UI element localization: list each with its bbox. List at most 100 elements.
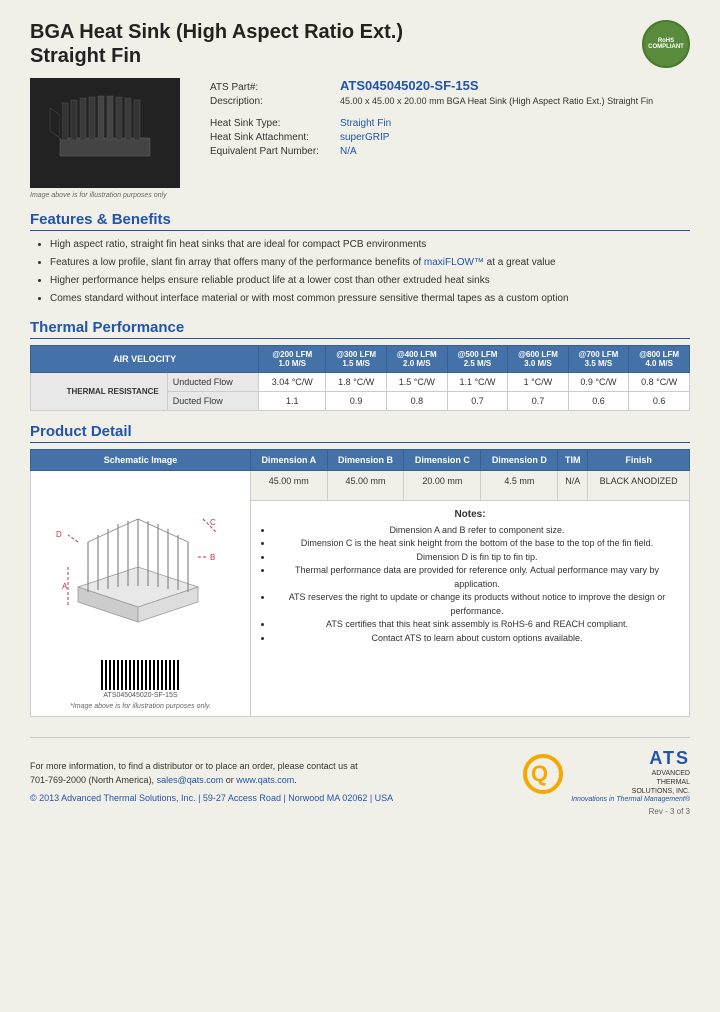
- notes-title: Notes:: [259, 509, 681, 520]
- feature-item-4: Comes standard without interface materia…: [50, 291, 690, 307]
- dim-d-value: 4.5 mm: [481, 471, 558, 501]
- ducted-label: Ducted Flow: [167, 392, 258, 411]
- ats-full-name: ADVANCEDTHERMALSOLUTIONS, INC.: [571, 769, 690, 796]
- maxiflow-link[interactable]: maxiFLOW™: [424, 257, 484, 268]
- heat-sink-type-row: Heat Sink Type: Straight Fin: [210, 118, 690, 129]
- ducted-val5: 0.7: [508, 392, 568, 411]
- finish-header: Finish: [588, 450, 690, 471]
- unducted-val4: 1.1 °C/W: [447, 373, 508, 392]
- svg-text:B: B: [210, 553, 215, 562]
- col5-header: @600 LFM3.0 M/S: [508, 346, 568, 373]
- dim-a-header: Dimension A: [251, 450, 328, 471]
- equiv-part-label: Equivalent Part Number:: [210, 146, 340, 157]
- equiv-part-value: N/A: [340, 146, 357, 157]
- note-3: Dimension D is fin tip to fin tip.: [273, 551, 681, 565]
- description-row: Description: 45.00 x 45.00 x 20.00 mm BG…: [210, 96, 690, 107]
- schematic-header: Schematic Image: [31, 450, 251, 471]
- ats-text-block: ATS ADVANCEDTHERMALSOLUTIONS, INC. Innov…: [571, 748, 690, 803]
- svg-text:D: D: [56, 530, 62, 539]
- ats-q-symbol: Q: [521, 752, 565, 799]
- note-5: ATS reserves the right to update or chan…: [273, 591, 681, 618]
- note-6: ATS certifies that this heat sink assemb…: [273, 618, 681, 632]
- feature-item-3: Higher performance helps ensure reliable…: [50, 273, 690, 289]
- dim-d-header: Dimension D: [481, 450, 558, 471]
- rohs-text: RoHSCOMPLIANT: [648, 38, 684, 50]
- feature-item-1: High aspect ratio, straight fin heat sin…: [50, 237, 690, 253]
- tim-value: N/A: [558, 471, 588, 501]
- note-7: Contact ATS to learn about custom option…: [273, 632, 681, 646]
- svg-text:C: C: [210, 518, 216, 527]
- footer-email[interactable]: sales@qats.com: [157, 775, 224, 785]
- col4-header: @500 LFM2.5 M/S: [447, 346, 508, 373]
- ats-acronym: ATS: [571, 748, 690, 769]
- ats-logo: Q ATS ADVANCEDTHERMALSOLUTIONS, INC. Inn…: [521, 748, 690, 803]
- dim-a-value: 45.00 mm: [251, 471, 328, 501]
- title-line2: Straight Fin: [30, 45, 141, 67]
- dim-b-value: 45.00 mm: [327, 471, 404, 501]
- part-number-value: ATS045045020-SF-15S: [340, 78, 479, 93]
- schematic-image-cell: A B C D ATS045045020-SF-15S *Image above…: [31, 471, 251, 717]
- equiv-part-row: Equivalent Part Number: N/A: [210, 146, 690, 157]
- thermal-resistance-label: THERMAL RESISTANCE: [31, 373, 168, 411]
- product-info-section: Image above is for illustration purposes…: [30, 78, 690, 199]
- product-image-note: Image above is for illustration purposes…: [30, 192, 190, 199]
- notes-list: Dimension A and B refer to component siz…: [273, 524, 681, 646]
- ducted-val7: 0.6: [629, 392, 690, 411]
- ats-tagline: Innovations in Thermal Management®: [571, 796, 690, 803]
- col3-header: @400 LFM2.0 M/S: [386, 346, 447, 373]
- ats-q-icon: Q: [521, 752, 565, 796]
- finish-value: BLACK ANODIZED: [588, 471, 690, 501]
- unducted-label: Unducted Flow: [167, 373, 258, 392]
- part-label: ATS Part#:: [210, 82, 340, 93]
- notes-cell: Notes: Dimension A and B refer to compon…: [251, 500, 690, 716]
- col7-header: @800 LFM4.0 M/S: [629, 346, 690, 373]
- page-container: BGA Heat Sink (High Aspect Ratio Ext.) S…: [0, 0, 720, 836]
- ducted-val1: 1.1: [259, 392, 326, 411]
- product-detail-title: Product Detail: [30, 423, 690, 443]
- product-title: BGA Heat Sink (High Aspect Ratio Ext.) S…: [30, 20, 403, 68]
- footer-left: For more information, to find a distribu…: [30, 760, 393, 803]
- note-2: Dimension C is the heat sink height from…: [273, 537, 681, 551]
- unducted-val7: 0.8 °C/W: [629, 373, 690, 392]
- footer-contact-text: For more information, to find a distribu…: [30, 760, 393, 787]
- features-list: High aspect ratio, straight fin heat sin…: [50, 237, 690, 307]
- tim-header: TIM: [558, 450, 588, 471]
- product-image-svg: [40, 83, 170, 183]
- unducted-val2: 1.8 °C/W: [326, 373, 387, 392]
- barcode-number: ATS045045020-SF-15S: [37, 692, 244, 699]
- dim-c-header: Dimension C: [404, 450, 481, 471]
- description-value: 45.00 x 45.00 x 20.00 mm BGA Heat Sink (…: [340, 96, 653, 106]
- product-specs: ATS Part#: ATS045045020-SF-15S Descripti…: [210, 78, 690, 199]
- dim-b-header: Dimension B: [327, 450, 404, 471]
- part-number-row: ATS Part#: ATS045045020-SF-15S: [210, 78, 690, 93]
- page-number: Rev - 3 of 3: [30, 807, 690, 816]
- feature-item-2: Features a low profile, slant fin array …: [50, 255, 690, 271]
- heat-sink-type-label: Heat Sink Type:: [210, 118, 340, 129]
- schematic-svg: A B C D: [48, 477, 233, 652]
- thermal-table: AIR VELOCITY @200 LFM1.0 M/S @300 LFM1.5…: [30, 345, 690, 411]
- note-4: Thermal performance data are provided fo…: [273, 564, 681, 591]
- header-section: BGA Heat Sink (High Aspect Ratio Ext.) S…: [30, 20, 690, 68]
- ducted-val3: 0.8: [386, 392, 447, 411]
- unducted-val3: 1.5 °C/W: [386, 373, 447, 392]
- product-image-area: Image above is for illustration purposes…: [30, 78, 190, 199]
- dimensions-row: A B C D ATS045045020-SF-15S *Image above…: [31, 471, 690, 501]
- unducted-val1: 3.04 °C/W: [259, 373, 326, 392]
- schematic-note: *Image above is for illustration purpose…: [37, 703, 244, 710]
- svg-text:Q: Q: [531, 761, 548, 786]
- title-line1: BGA Heat Sink (High Aspect Ratio Ext.): [30, 21, 403, 43]
- dim-c-value: 20.00 mm: [404, 471, 481, 501]
- heat-sink-type-value: Straight Fin: [340, 118, 391, 129]
- col6-header: @700 LFM3.5 M/S: [568, 346, 629, 373]
- ducted-val6: 0.6: [568, 392, 629, 411]
- footer-website[interactable]: www.qats.com: [236, 775, 294, 785]
- ducted-val4: 0.7: [447, 392, 508, 411]
- svg-text:A: A: [62, 582, 68, 591]
- product-image-box: [30, 78, 180, 188]
- attachment-label: Heat Sink Attachment:: [210, 132, 340, 143]
- attachment-value: superGRIP: [340, 132, 389, 143]
- footer-copyright: © 2013 Advanced Thermal Solutions, Inc. …: [30, 793, 393, 803]
- description-label: Description:: [210, 96, 340, 107]
- attachment-row: Heat Sink Attachment: superGRIP: [210, 132, 690, 143]
- rohs-badge: RoHSCOMPLIANT: [642, 20, 690, 68]
